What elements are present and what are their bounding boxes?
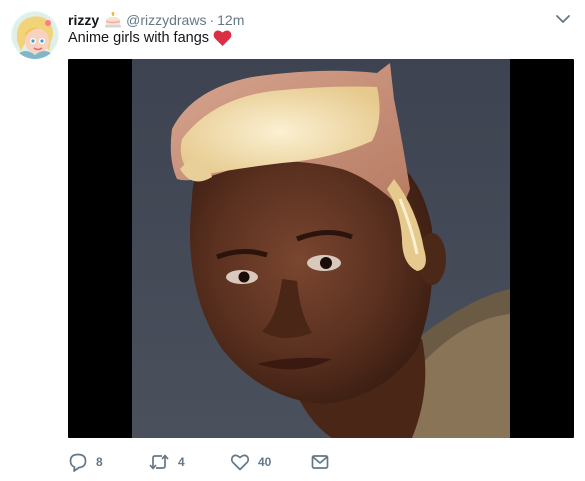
like-icon [230,452,250,472]
display-name[interactable]: rizzy [68,12,99,28]
tweet-header: rizzy @rizzydraws · 12m [68,10,244,30]
tweet-text-line: Anime girls with fangs [68,29,232,47]
tweet-media[interactable] [68,59,574,438]
retweet-count: 4 [178,455,185,469]
tweet-photo [132,59,510,438]
red-heart-icon [213,29,232,47]
like-button[interactable]: 40 [230,450,271,474]
like-count: 40 [258,455,272,469]
reply-count: 8 [96,455,103,469]
tweet-text: Anime girls with fangs [68,30,210,46]
timestamp[interactable]: 12m [217,12,244,28]
retweet-icon [148,452,170,472]
cake-icon [104,12,122,28]
direct-message-button[interactable] [310,450,330,474]
avatar-image [11,11,59,59]
retweet-button[interactable]: 4 [148,450,185,474]
reply-icon [68,452,88,472]
tweet-actions: 8 4 40 [68,450,368,474]
direct-message-icon [310,452,330,472]
chevron-down-icon[interactable] [555,12,571,26]
avatar[interactable] [11,11,59,59]
reply-button[interactable]: 8 [68,450,103,474]
user-handle[interactable]: @rizzydraws [126,12,206,28]
separator-dot: · [209,12,215,28]
